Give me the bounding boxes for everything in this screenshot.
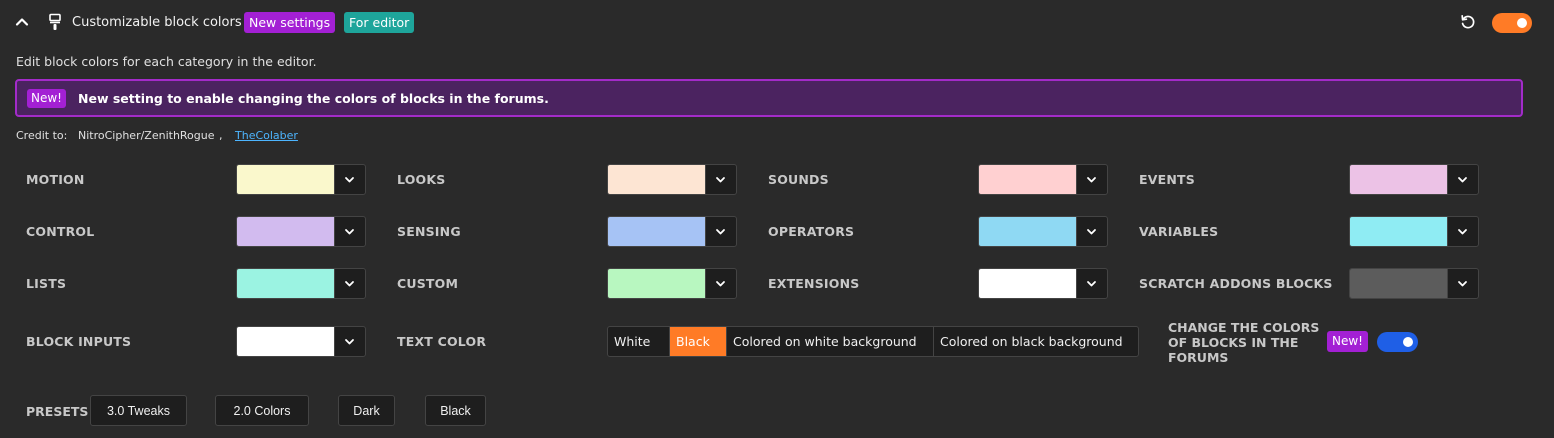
chevron-down-icon[interactable] [705,269,736,298]
chevron-down-icon[interactable] [1076,165,1107,194]
for-editor-badge: For editor [344,12,415,33]
chevron-down-icon[interactable] [1447,217,1478,246]
toggle-knob [1517,18,1527,28]
chevron-up-icon[interactable] [14,14,30,30]
credit-user-1: NitroCipher/ZenithRogue [78,129,215,142]
preset-3-0-tweaks-button[interactable]: 3.0 Tweaks [90,395,187,426]
category-label-events: EVENTS [1139,172,1195,187]
notice-new-badge: New! [27,89,66,108]
credit-user-2-link[interactable]: TheColaber [235,129,298,142]
category-label-looks: LOOKS [397,172,446,187]
addon-header: Customizable block colors New settings F… [0,0,1554,46]
preset-2-0-colors-button[interactable]: 2.0 Colors [215,395,309,426]
color-swatch[interactable] [979,269,1077,298]
category-label-control: CONTROL [26,224,95,239]
chevron-down-icon[interactable] [334,327,365,356]
color-picker-looks[interactable] [607,164,737,195]
color-picker-extensions[interactable] [978,268,1108,299]
chevron-down-icon[interactable] [1447,269,1478,298]
color-picker-events[interactable] [1349,164,1479,195]
category-label-custom: CUSTOM [397,276,459,291]
chevron-down-icon[interactable] [705,165,736,194]
forums-setting-label: CHANGE THE COLORS OF BLOCKS IN THE FORUM… [1168,320,1320,365]
color-swatch[interactable] [979,217,1077,246]
category-label-motion: MOTION [26,172,85,187]
credit-separator: , [219,129,223,142]
chevron-down-icon[interactable] [1076,217,1107,246]
color-swatch[interactable] [1350,165,1448,194]
color-swatch[interactable] [979,165,1077,194]
text-color-label: TEXT COLOR [397,334,487,349]
text-color-option-colored-white-bg[interactable]: Colored on white background [727,327,934,356]
color-picker-operators[interactable] [978,216,1108,247]
addon-description: Edit block colors for each category in t… [16,54,317,69]
text-color-option-white[interactable]: White [608,327,670,356]
color-swatch[interactable] [1350,217,1448,246]
text-color-selector: White Black Colored on white background … [607,326,1139,357]
category-label-block-inputs: BLOCK INPUTS [26,334,132,349]
chevron-down-icon[interactable] [705,217,736,246]
addon-title: Customizable block colors [72,15,242,30]
chevron-down-icon[interactable] [1076,269,1107,298]
color-picker-sensing[interactable] [607,216,737,247]
color-swatch[interactable] [608,269,706,298]
color-picker-sounds[interactable] [978,164,1108,195]
color-picker-lists[interactable] [236,268,366,299]
forums-new-badge: New! [1327,331,1368,352]
color-picker-variables[interactable] [1349,216,1479,247]
chevron-down-icon[interactable] [334,269,365,298]
presets-label: PRESETS [26,404,89,419]
category-label-extensions: EXTENSIONS [768,276,860,291]
preset-dark-button[interactable]: Dark [338,395,395,426]
new-setting-notice: New! New setting to enable changing the … [15,79,1523,117]
paintbrush-icon [48,13,62,31]
color-picker-custom[interactable] [607,268,737,299]
color-swatch[interactable] [237,165,335,194]
color-picker-motion[interactable] [236,164,366,195]
color-swatch[interactable] [237,217,335,246]
toggle-knob [1403,337,1413,347]
color-picker-scratch-addons-blocks[interactable] [1349,268,1479,299]
forums-colors-toggle[interactable] [1377,332,1418,352]
addon-enable-toggle[interactable] [1492,13,1532,33]
chevron-down-icon[interactable] [1447,165,1478,194]
category-label-lists: LISTS [26,276,67,291]
color-swatch[interactable] [1350,269,1448,298]
category-label-sounds: SOUNDS [768,172,829,187]
category-label-operators: OPERATORS [768,224,855,239]
color-picker-block-inputs[interactable] [236,326,366,357]
category-label-scratch-addons-blocks: SCRATCH ADDONS BLOCKS [1139,276,1333,291]
chevron-down-icon[interactable] [334,217,365,246]
category-label-variables: VARIABLES [1139,224,1219,239]
color-swatch[interactable] [237,327,335,356]
credit-label: Credit to: [16,129,68,142]
text-color-option-black[interactable]: Black [670,327,727,356]
preset-black-button[interactable]: Black [425,395,486,426]
reset-icon[interactable] [1459,13,1477,31]
color-swatch[interactable] [608,217,706,246]
new-settings-badge: New settings [244,12,336,33]
category-label-sensing: SENSING [397,224,461,239]
notice-text: New setting to enable changing the color… [78,91,549,106]
color-swatch[interactable] [608,165,706,194]
color-picker-control[interactable] [236,216,366,247]
color-swatch[interactable] [237,269,335,298]
chevron-down-icon[interactable] [334,165,365,194]
text-color-option-colored-black-bg[interactable]: Colored on black background [934,327,1138,356]
